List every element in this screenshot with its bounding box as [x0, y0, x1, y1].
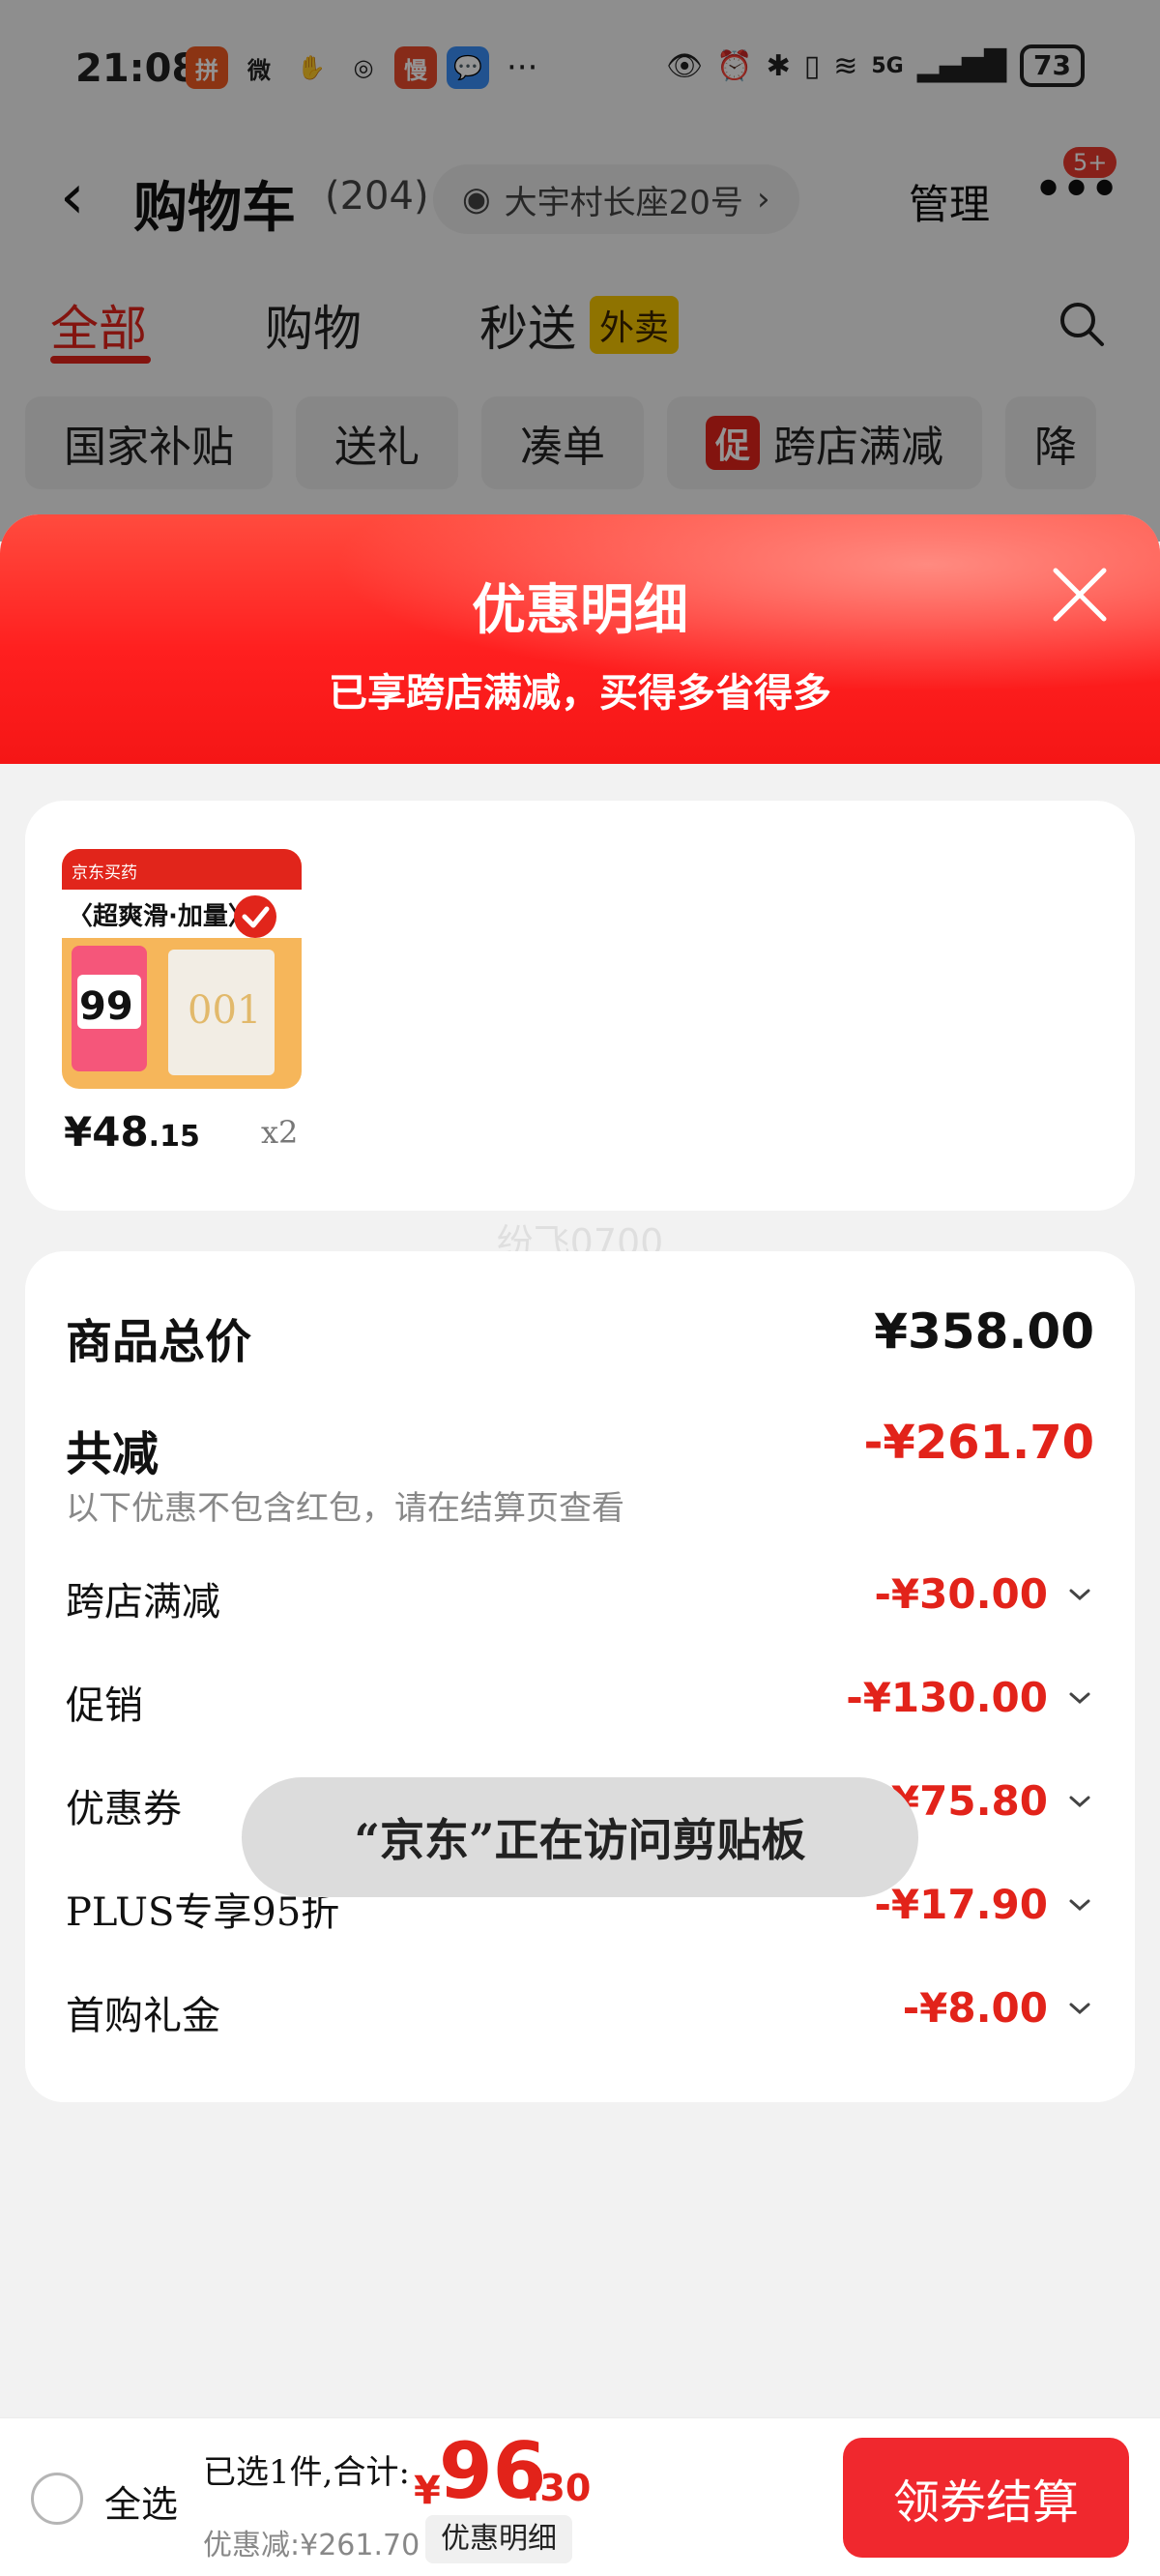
reduce-label: 共减	[66, 1427, 160, 1481]
chevron-down-icon	[1069, 2003, 1090, 2015]
product-image-graphic: 京东买药 〈超爽滑·加量〉 99 001	[62, 849, 302, 1089]
total-label: 商品总价	[66, 1315, 252, 1369]
product-image[interactable]: 京东买药 〈超爽滑·加量〉 99 001	[62, 849, 302, 1089]
discount-detail-sheet: 优惠明细 已享跨店满减，买得多省得多 京东买药 〈超爽滑·加量〉 99 001	[0, 514, 1160, 2576]
discount-note: 以下优惠不包含红包，请在结算页查看	[66, 1489, 624, 1528]
clipboard-toast: “京东”正在访问剪贴板	[242, 1777, 918, 1897]
total-value: ¥358.00	[874, 1303, 1094, 1360]
discount-row-cross-store[interactable]: 跨店满减 -¥30.00	[66, 1570, 1094, 1628]
total-row: 商品总价 ¥358.00	[66, 1303, 1094, 1369]
select-all-label[interactable]: 全选	[104, 2474, 178, 2528]
product-price: ¥48.15	[64, 1108, 200, 1156]
chevron-down-icon	[1069, 1796, 1090, 1808]
product-card: 京东买药 〈超爽滑·加量〉 99 001 ¥48.15 x2	[25, 801, 1135, 1211]
sheet-title: 优惠明细	[472, 578, 688, 642]
selected-summary: 已选1件,合计:	[203, 2453, 410, 2492]
sheet-header: 优惠明细 已享跨店满减，买得多省得多	[0, 514, 1160, 764]
product-quantity: x2	[261, 1114, 299, 1151]
cart-page-background: 21:08 拼 微 ✋ ◎ 慢 💬 ··· 👁 ⏰ ✱ ▯ ≋ 5G ▂▄▆█ …	[0, 0, 1160, 542]
chevron-down-icon	[1069, 1692, 1090, 1705]
svg-text:京东买药: 京东买药	[72, 864, 137, 883]
discount-amount: 优惠减:¥261.70	[203, 2529, 420, 2562]
discount-row-promotion[interactable]: 促销 -¥130.00	[66, 1674, 1094, 1732]
chevron-down-icon	[1069, 1899, 1090, 1912]
select-all-radio[interactable]	[31, 2473, 83, 2525]
sheet-subtitle: 已享跨店满减，买得多省得多	[329, 670, 831, 716]
reduce-row: 共减 -¥261.70	[66, 1416, 1094, 1481]
svg-text:99: 99	[79, 984, 133, 1029]
checkout-bar: 全选 已选1件,合计: ¥ 96 .30 优惠减:¥261.70 优惠明细 领券…	[0, 2417, 1160, 2576]
discount-detail-button[interactable]: 优惠明细	[425, 2515, 572, 2563]
discount-row-first-purchase[interactable]: 首购礼金 -¥8.00	[66, 1984, 1094, 2042]
svg-text:〈超爽滑·加量〉: 〈超爽滑·加量〉	[68, 902, 253, 931]
total-currency: ¥	[414, 2469, 441, 2513]
overlay-dim[interactable]	[0, 0, 1160, 542]
chevron-down-icon	[1069, 1589, 1090, 1601]
total-price-dec: .30	[526, 2467, 592, 2509]
reduce-value: -¥261.70	[863, 1416, 1094, 1470]
svg-text:001: 001	[188, 988, 261, 1033]
close-icon[interactable]	[1048, 563, 1112, 627]
checkout-button[interactable]: 领券结算	[843, 2438, 1129, 2558]
price-summary-card: 商品总价 ¥358.00 共减 -¥261.70 以下优惠不包含红包，请在结算页…	[25, 1251, 1135, 2102]
